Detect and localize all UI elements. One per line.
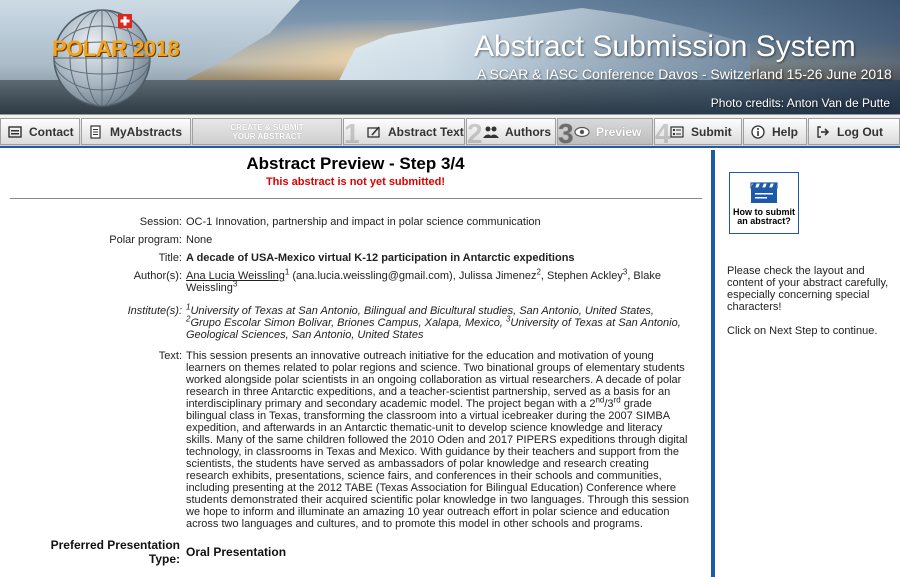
nav-abstract-text-label: Abstract Text (388, 124, 464, 139)
title-value: A decade of USA-Mexico virtual K-12 part… (186, 252, 575, 264)
pref-label-line2: Type: (148, 552, 180, 566)
nav-myabstracts[interactable]: MyAbstracts (81, 118, 191, 145)
logo-text: POLAR 2018 (52, 36, 180, 61)
page-title: Abstract Preview - Step 3/4 (246, 154, 465, 173)
abstract-body: This session presents an innovative outr… (186, 350, 691, 530)
side-note-next: Click on Next Step to continue. (727, 325, 878, 337)
nav-contact-label: Contact (29, 124, 74, 139)
pref-type-value: Oral Presentation (186, 545, 287, 559)
nav-contact[interactable]: Contact (0, 118, 80, 145)
nav-preview-label: Preview (596, 124, 642, 139)
program-value: None (186, 234, 213, 246)
info-icon (750, 124, 766, 140)
author4-sup: 3 (232, 279, 238, 289)
clapperboard-icon (750, 182, 778, 203)
nav-help-label: Help (772, 124, 799, 139)
nav-create-line1: CREATE & SUBMIT (230, 122, 304, 132)
nav-authors[interactable]: 2 Authors (466, 118, 556, 149)
text-label: Text: (158, 350, 182, 362)
inst2: Grupo Escolar Simon Bolivar, Briones Cam… (190, 317, 506, 329)
header-banner: POLAR 2018 Abstract Submission System A … (0, 0, 900, 114)
inst1: University of Texas at San Antonio, Bili… (190, 305, 654, 317)
photo-credit: Photo credits: Anton Van de Putte (710, 96, 890, 110)
content-divider (10, 198, 702, 199)
pref-type-label: Preferred Presentation Type: (0, 538, 180, 566)
main-nav: Contact MyAbstracts CREATE & SUBMIT YOUR… (0, 114, 900, 149)
authors-label: Author(s): (133, 270, 182, 282)
nav-create-line2: YOUR ABSTRACT (232, 131, 302, 141)
title-label: Title: (158, 252, 182, 264)
institutes-label: Institute(s): (127, 305, 182, 317)
app-subtitle: A SCAR & IASC Conference Davos - Switzer… (477, 66, 892, 82)
nav-abstract-text[interactable]: 1 Abstract Text (343, 118, 465, 149)
session-value: OC-1 Innovation, partnership and impact … (186, 216, 541, 228)
author3: , Stephen Ackley (540, 270, 623, 282)
author1-email: (ana.lucia.weissling@gmail.com), Julissa… (289, 270, 537, 282)
side-panel: How to submit an abstract? Please check … (715, 150, 900, 577)
step-3-number: 3 (558, 118, 574, 149)
abstract-sup-rd: rd (613, 395, 621, 405)
how-to-submit-label: How to submit an abstract? (733, 207, 795, 226)
abstract-text-2: grade bilingual class in Texas, transfor… (186, 398, 690, 530)
nav-authors-label: Authors (505, 124, 551, 139)
nav-preview[interactable]: 3 Preview (557, 118, 653, 149)
program-label: Polar program: (109, 234, 182, 246)
contact-icon (7, 124, 23, 140)
nav-logout[interactable]: Log Out (808, 118, 900, 145)
nav-submit[interactable]: 4 Submit (654, 118, 742, 149)
authors-value: Ana Lucia Weissling1 (ana.lucia.weisslin… (186, 268, 691, 294)
main-content: Abstract Preview - Step 3/4 This abstrac… (0, 150, 711, 577)
nav-logout-label: Log Out (837, 124, 883, 139)
side-note-check: Please check the layout and content of y… (727, 265, 889, 313)
abstract-slash: /3 (604, 398, 614, 410)
session-label: Session: (139, 216, 182, 228)
step-4-number: 4 (655, 118, 671, 149)
nav-myabstracts-label: MyAbstracts (110, 124, 183, 139)
pref-label-line1: Preferred Presentation (50, 538, 180, 552)
step-1-number: 1 (344, 118, 360, 149)
nav-submit-label: Submit (691, 124, 732, 139)
nav-create-submit: CREATE & SUBMIT YOUR ABSTRACT (192, 118, 342, 145)
logout-icon (815, 124, 831, 140)
step-2-number: 2 (467, 118, 483, 149)
submit-list-icon (669, 124, 685, 140)
document-icon (88, 124, 104, 140)
eye-icon (574, 124, 590, 140)
app-title: Abstract Submission System (474, 30, 856, 63)
nav-help[interactable]: Help (743, 118, 807, 145)
users-icon (483, 124, 499, 140)
not-submitted-warning: This abstract is not yet submitted! (265, 176, 446, 188)
institutes-value: 1University of Texas at San Antonio, Bil… (186, 303, 691, 341)
how-to-submit-button[interactable]: How to submit an abstract? (729, 172, 799, 234)
edit-icon (366, 124, 382, 140)
